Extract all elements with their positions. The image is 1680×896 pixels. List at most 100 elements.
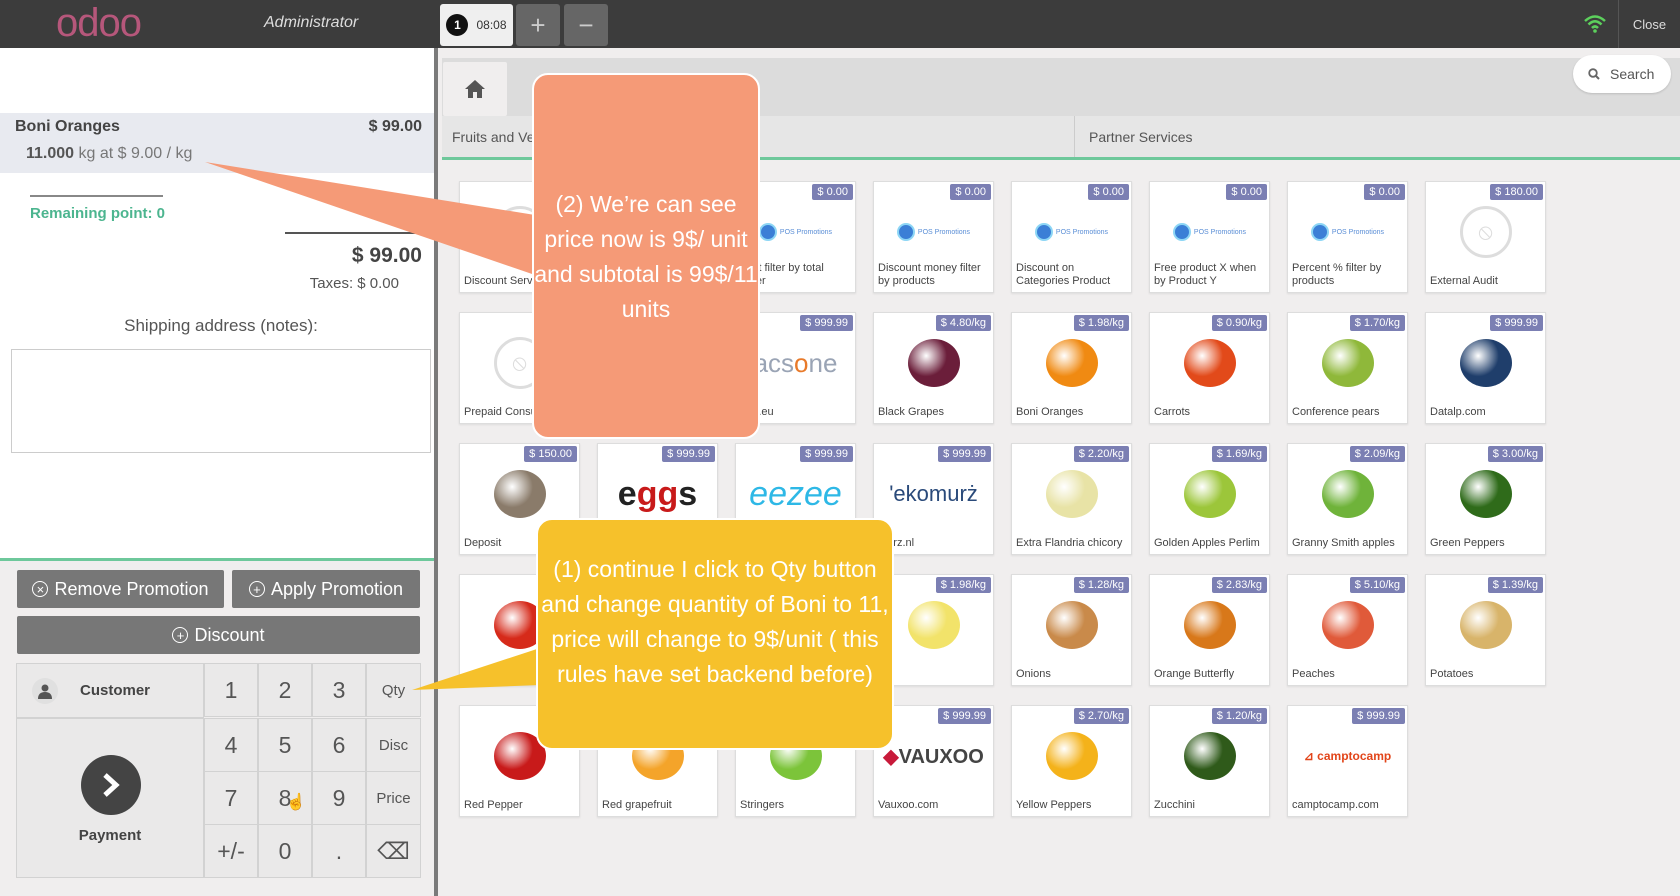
numpad-key[interactable]: 0: [258, 824, 312, 878]
order-taxes: Taxes: $ 0.00: [309, 275, 399, 292]
shipping-label: Shipping address (notes):: [124, 316, 318, 335]
category-fruits[interactable]: Fruits and Ve: [442, 116, 535, 157]
product-image: ⊿ camptocamp: [1298, 726, 1397, 786]
search-input[interactable]: Search: [1573, 55, 1671, 93]
partner-logo: eezee: [749, 474, 842, 513]
order-tab[interactable]: 1 08:08: [440, 4, 513, 46]
product-image: [1022, 595, 1121, 655]
product-photo: [1045, 470, 1098, 518]
product-image: [1022, 464, 1121, 524]
remove-order-button[interactable]: −: [564, 4, 608, 46]
product-tile[interactable]: $ 1.70/kg Conference pears: [1287, 312, 1408, 424]
product-tile[interactable]: $ 1.20/kg Zucchini: [1149, 705, 1270, 817]
product-price-badge: $ 1.28/kg: [1073, 577, 1129, 593]
numpad-key[interactable]: 7: [204, 771, 258, 825]
numpad-key[interactable]: Disc: [366, 718, 421, 772]
add-order-button[interactable]: +: [516, 4, 560, 46]
product-price-badge: $ 3.00/kg: [1487, 446, 1543, 462]
numpad-key[interactable]: 6: [312, 718, 366, 772]
product-tile[interactable]: $ 2.09/kg Granny Smith apples: [1287, 443, 1408, 555]
product-tile[interactable]: $ 2.83/kg Orange Butterfly: [1149, 574, 1270, 686]
numpad-key[interactable]: 9: [312, 771, 366, 825]
category-partner-services[interactable]: Partner Services: [1079, 116, 1192, 157]
close-button[interactable]: Close: [1618, 0, 1680, 48]
product-tile[interactable]: $ 1.98/kg Boni Oranges: [1011, 312, 1132, 424]
partner-logo: ⊿ camptocamp: [1303, 749, 1392, 763]
product-name: Golden Apples Perlim: [1154, 537, 1260, 549]
callout-step-1: (1) continue I click to Qty button and c…: [536, 518, 894, 750]
partner-logo: eggs: [617, 474, 698, 513]
numpad-key[interactable]: Qty: [366, 663, 421, 717]
product-image: [1298, 464, 1397, 524]
product-image: [1160, 726, 1259, 786]
discount-button[interactable]: + Discount: [17, 616, 420, 654]
apply-promotion-button[interactable]: + Apply Promotion: [232, 570, 420, 608]
product-name: Onions: [1016, 668, 1051, 680]
product-price-badge: $ 999.99: [1490, 315, 1543, 331]
product-name: Extra Flandria chicory: [1016, 537, 1123, 549]
divider: [1074, 116, 1075, 157]
product-image: [884, 595, 983, 655]
no-image-icon: ⦸: [1459, 206, 1512, 258]
customer-button[interactable]: Customer: [16, 663, 204, 718]
product-name: on: [878, 668, 989, 681]
payment-button[interactable]: Payment: [16, 718, 204, 878]
product-tile[interactable]: $ 2.20/kg Extra Flandria chicory: [1011, 443, 1132, 555]
product-price-badge: $ 1.20/kg: [1211, 708, 1267, 724]
product-tile[interactable]: POS Promotions $ 0.00 Percent % filter by …: [1287, 181, 1408, 293]
product-name: Free product X when by Product Y: [1154, 262, 1257, 287]
product-image: 'ekomurż: [884, 464, 983, 524]
product-tile[interactable]: $ 1.39/kg Potatoes: [1425, 574, 1546, 686]
product-image: eggs: [608, 464, 707, 524]
product-price-badge: $ 180.00: [1490, 184, 1543, 200]
numpad-key[interactable]: +/-: [204, 824, 258, 878]
product-tile[interactable]: POS Promotions $ 0.00 Free product X when …: [1149, 181, 1270, 293]
shipping-notes-input[interactable]: [11, 349, 431, 453]
product-photo: [1459, 470, 1512, 518]
product-photo: [1321, 470, 1374, 518]
numpad-key[interactable]: Price: [366, 771, 421, 825]
product-tile[interactable]: $ 4.80/kg Black Grapes: [873, 312, 994, 424]
order-line-price: $ 99.00: [368, 118, 422, 135]
numpad-key[interactable]: 2: [258, 663, 312, 717]
product-tile[interactable]: POS Promotions $ 0.00 Discount money filte…: [873, 181, 994, 293]
pos-promotions-logo: POS Promotions: [1172, 223, 1246, 241]
product-price-badge: $ 999.99: [938, 708, 991, 724]
product-tile[interactable]: $ 2.70/kg Yellow Peppers: [1011, 705, 1132, 817]
numpad-key[interactable]: 5: [258, 718, 312, 772]
product-image: eezee: [746, 464, 845, 524]
remove-promotion-button[interactable]: × Remove Promotion: [17, 570, 224, 608]
product-image: ◆VAUXOO: [883, 726, 984, 786]
product-name: Stringers: [740, 799, 785, 811]
logo-text: odoo: [56, 1, 142, 45]
product-tile[interactable]: $ 1.28/kg Onions: [1011, 574, 1132, 686]
product-tile[interactable]: $ 3.00/kg Green Peppers: [1425, 443, 1546, 555]
product-tile[interactable]: $ 999.99 Datalp.com: [1425, 312, 1546, 424]
product-tile[interactable]: $ 5.10/kg Peaches: [1287, 574, 1408, 686]
product-name: Percent % filter by products: [1292, 262, 1382, 287]
product-tile[interactable]: $ 1.69/kg Golden Apples Perlim: [1149, 443, 1270, 555]
numpad-key[interactable]: .: [312, 824, 366, 878]
pos-promotions-logo: POS Promotions: [1034, 223, 1108, 241]
product-photo: [1045, 601, 1098, 649]
product-name: Green Peppers: [1430, 537, 1505, 549]
numpad-key[interactable]: ⌫: [366, 824, 421, 878]
numpad-key[interactable]: 4: [204, 718, 258, 772]
product-name: murz.nl: [878, 537, 915, 549]
product-image: POS Promotions: [746, 202, 845, 262]
product-tile[interactable]: ⊿ camptocamp $ 999.99 camptocamp.com: [1287, 705, 1408, 817]
numpad-key[interactable]: 3: [312, 663, 366, 717]
product-tile[interactable]: ⦸ $ 180.00 External Audit: [1425, 181, 1546, 293]
remove-promotion-label: Remove Promotion: [54, 578, 209, 599]
product-tile[interactable]: $ 0.90/kg Carrots: [1149, 312, 1270, 424]
order-time: 08:08: [476, 18, 507, 32]
add-circle-icon: +: [172, 627, 189, 643]
product-photo: [1183, 339, 1236, 387]
product-image: [1298, 333, 1397, 393]
product-tile[interactable]: POS Promotions $ 0.00 Discount on Categori…: [1011, 181, 1132, 293]
product-name: Orange Butterfly: [1154, 668, 1235, 680]
numpad-key[interactable]: 1: [204, 663, 258, 717]
home-button[interactable]: [443, 62, 507, 116]
product-image: [884, 333, 983, 393]
wifi-icon: [1584, 15, 1606, 33]
